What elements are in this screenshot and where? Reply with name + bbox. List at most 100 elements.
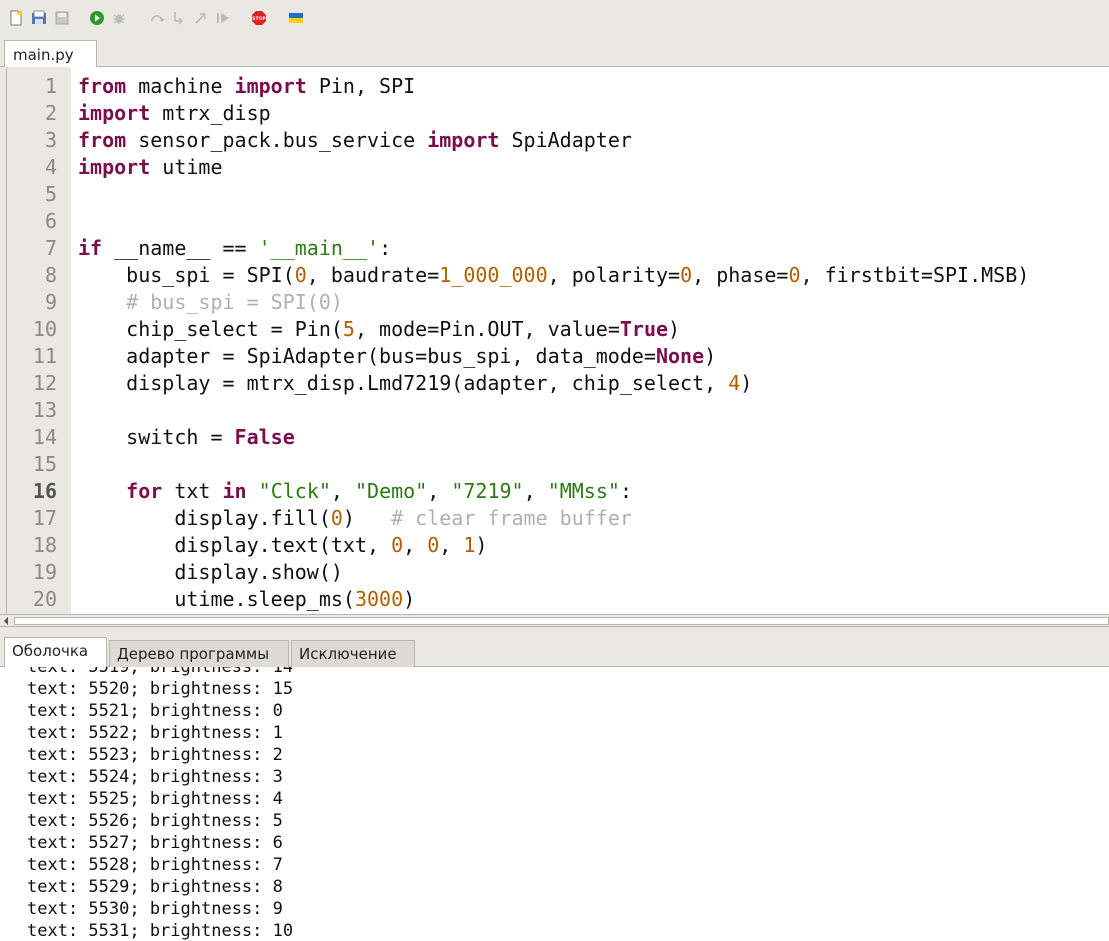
code-token: display.fill( (78, 506, 331, 530)
code-line[interactable] (78, 397, 1109, 424)
run-icon[interactable] (88, 9, 105, 26)
code-token: , (439, 533, 464, 557)
line-number: 12 (32, 371, 57, 395)
code-token: 4 (728, 371, 741, 395)
scroll-left-icon[interactable] (4, 617, 8, 625)
code-line[interactable]: chip_select = Pin(5, mode=Pin.OUT, value… (78, 316, 1109, 343)
code-text[interactable]: from machine import Pin, SPI import mtrx_… (78, 73, 1109, 613)
code-token: , (427, 479, 452, 503)
code-token: import (78, 155, 151, 179)
line-number: 9 (44, 290, 57, 314)
step-into-icon[interactable] (170, 9, 187, 26)
code-line[interactable]: from machine import Pin, SPI (78, 73, 1109, 100)
code-token: ) (704, 344, 717, 368)
tab-program-tree[interactable]: Дерево программы (109, 640, 289, 667)
code-line[interactable]: display = mtrx_disp.Lmd7219(adapter, chi… (78, 370, 1109, 397)
code-line[interactable]: display.text(txt, 0, 0, 1) (78, 532, 1109, 559)
editor-horizontal-scrollbar[interactable] (0, 614, 1109, 627)
toolbar: STOP (0, 0, 1109, 36)
code-token: "Demo" (355, 479, 428, 503)
line-number: 7 (44, 236, 57, 260)
stop-icon[interactable]: STOP (250, 9, 267, 26)
code-token: import (427, 128, 500, 152)
tab-shell[interactable]: Оболочка (4, 637, 107, 667)
code-token: , (523, 479, 548, 503)
line-number: 19 (32, 560, 57, 584)
code-line[interactable]: import utime (78, 154, 1109, 181)
tab-main-py[interactable]: main.py (4, 40, 97, 68)
code-token: 0 (294, 263, 307, 287)
line-number: 2 (44, 101, 57, 125)
line-number: 20 (32, 587, 57, 611)
open-file-icon[interactable] (30, 9, 47, 26)
code-token: , (330, 479, 355, 503)
scrollbar-thumb[interactable] (14, 617, 1109, 625)
code-token: 5 (342, 317, 355, 341)
shell-line: text: 5520; brightness: 15 (27, 679, 294, 699)
code-token: # clear frame buffer (391, 506, 632, 530)
code-token: if (78, 236, 103, 260)
code-token: , mode=Pin.OUT, value= (354, 317, 620, 341)
code-line[interactable]: # bus_spi = SPI(0) (78, 289, 1109, 316)
code-line[interactable] (78, 181, 1109, 208)
code-line[interactable] (78, 208, 1109, 235)
line-number: 13 (32, 398, 57, 422)
code-line[interactable]: utime.sleep_ms(3000) (78, 586, 1109, 613)
code-token: 0 (391, 533, 404, 557)
code-token: , firstbit=SPI.MSB) (800, 263, 1030, 287)
code-token: # bus_spi = SPI(0) (78, 290, 343, 314)
code-line[interactable]: switch = False (78, 424, 1109, 451)
code-line[interactable]: display.fill(0) # clear frame buffer (78, 505, 1109, 532)
code-line[interactable]: display.show() (78, 559, 1109, 586)
step-over-icon[interactable] (148, 9, 165, 26)
code-token: machine (126, 74, 235, 98)
code-token: in (222, 479, 247, 503)
code-token: from (78, 128, 127, 152)
shell-line: text: 5519; brightness: 14 (27, 667, 294, 677)
shell-line: text: 5530; brightness: 9 (27, 899, 283, 919)
code-editor[interactable]: 1 2 3 4 5 6 7 8 9 10 11 12 13 14 15 16 17 18 19 20 from mac… (0, 67, 1109, 614)
code-token: , (403, 533, 428, 557)
code-token: ) (740, 371, 753, 395)
code-token: 1_000_000 (439, 263, 548, 287)
line-number: 18 (32, 533, 57, 557)
code-token: utime.sleep_ms( (78, 587, 355, 611)
new-file-icon[interactable] (7, 9, 24, 26)
line-number: 5 (44, 182, 57, 206)
resume-icon[interactable] (214, 9, 231, 26)
code-token: __name__ == (102, 236, 259, 260)
bottom-panel-tabs: Оболочка Дерево программы Исключение (0, 627, 1109, 667)
code-token: ) (475, 533, 488, 557)
line-number-gutter: 1 2 3 4 5 6 7 8 9 10 11 12 13 14 15 16 17 18 19 20 (0, 67, 71, 614)
code-line[interactable]: bus_spi = SPI(0, baudrate=1_000_000, pol… (78, 262, 1109, 289)
code-token: False (234, 425, 295, 449)
tab-exception[interactable]: Исключение (291, 640, 415, 667)
code-token: 0 (680, 263, 693, 287)
code-token: ) (342, 506, 392, 530)
shell-line: text: 5531; brightness: 10 (27, 921, 294, 941)
code-token: None (655, 344, 705, 368)
shell-output[interactable]: text: 5519; brightness: 14 text: 5520; br… (0, 667, 1109, 941)
code-token: import (78, 101, 151, 125)
code-line[interactable] (78, 451, 1109, 478)
code-token: sensor_pack.bus_service (126, 128, 428, 152)
code-token: : (379, 236, 392, 260)
step-out-icon[interactable] (192, 9, 209, 26)
line-number: 10 (32, 317, 57, 341)
code-line[interactable]: adapter = SpiAdapter(bus=bus_spi, data_m… (78, 343, 1109, 370)
shell-line: text: 5523; brightness: 2 (27, 745, 283, 765)
line-number: 11 (32, 344, 57, 368)
code-line[interactable]: if __name__ == '__main__': (78, 235, 1109, 262)
save-file-icon[interactable] (53, 9, 70, 26)
line-number: 3 (44, 128, 57, 152)
line-number: 6 (44, 209, 57, 233)
debug-icon[interactable] (110, 9, 127, 26)
ukraine-flag-icon[interactable] (287, 9, 304, 26)
code-line[interactable]: import mtrx_disp (78, 100, 1109, 127)
code-token: , baudrate= (306, 263, 440, 287)
code-line[interactable]: for txt in "Clck", "Demo", "7219", "MMss… (78, 478, 1109, 505)
code-token: from (78, 74, 127, 98)
code-line[interactable]: from sensor_pack.bus_service import SpiA… (78, 127, 1109, 154)
line-number: 16 (32, 479, 57, 503)
